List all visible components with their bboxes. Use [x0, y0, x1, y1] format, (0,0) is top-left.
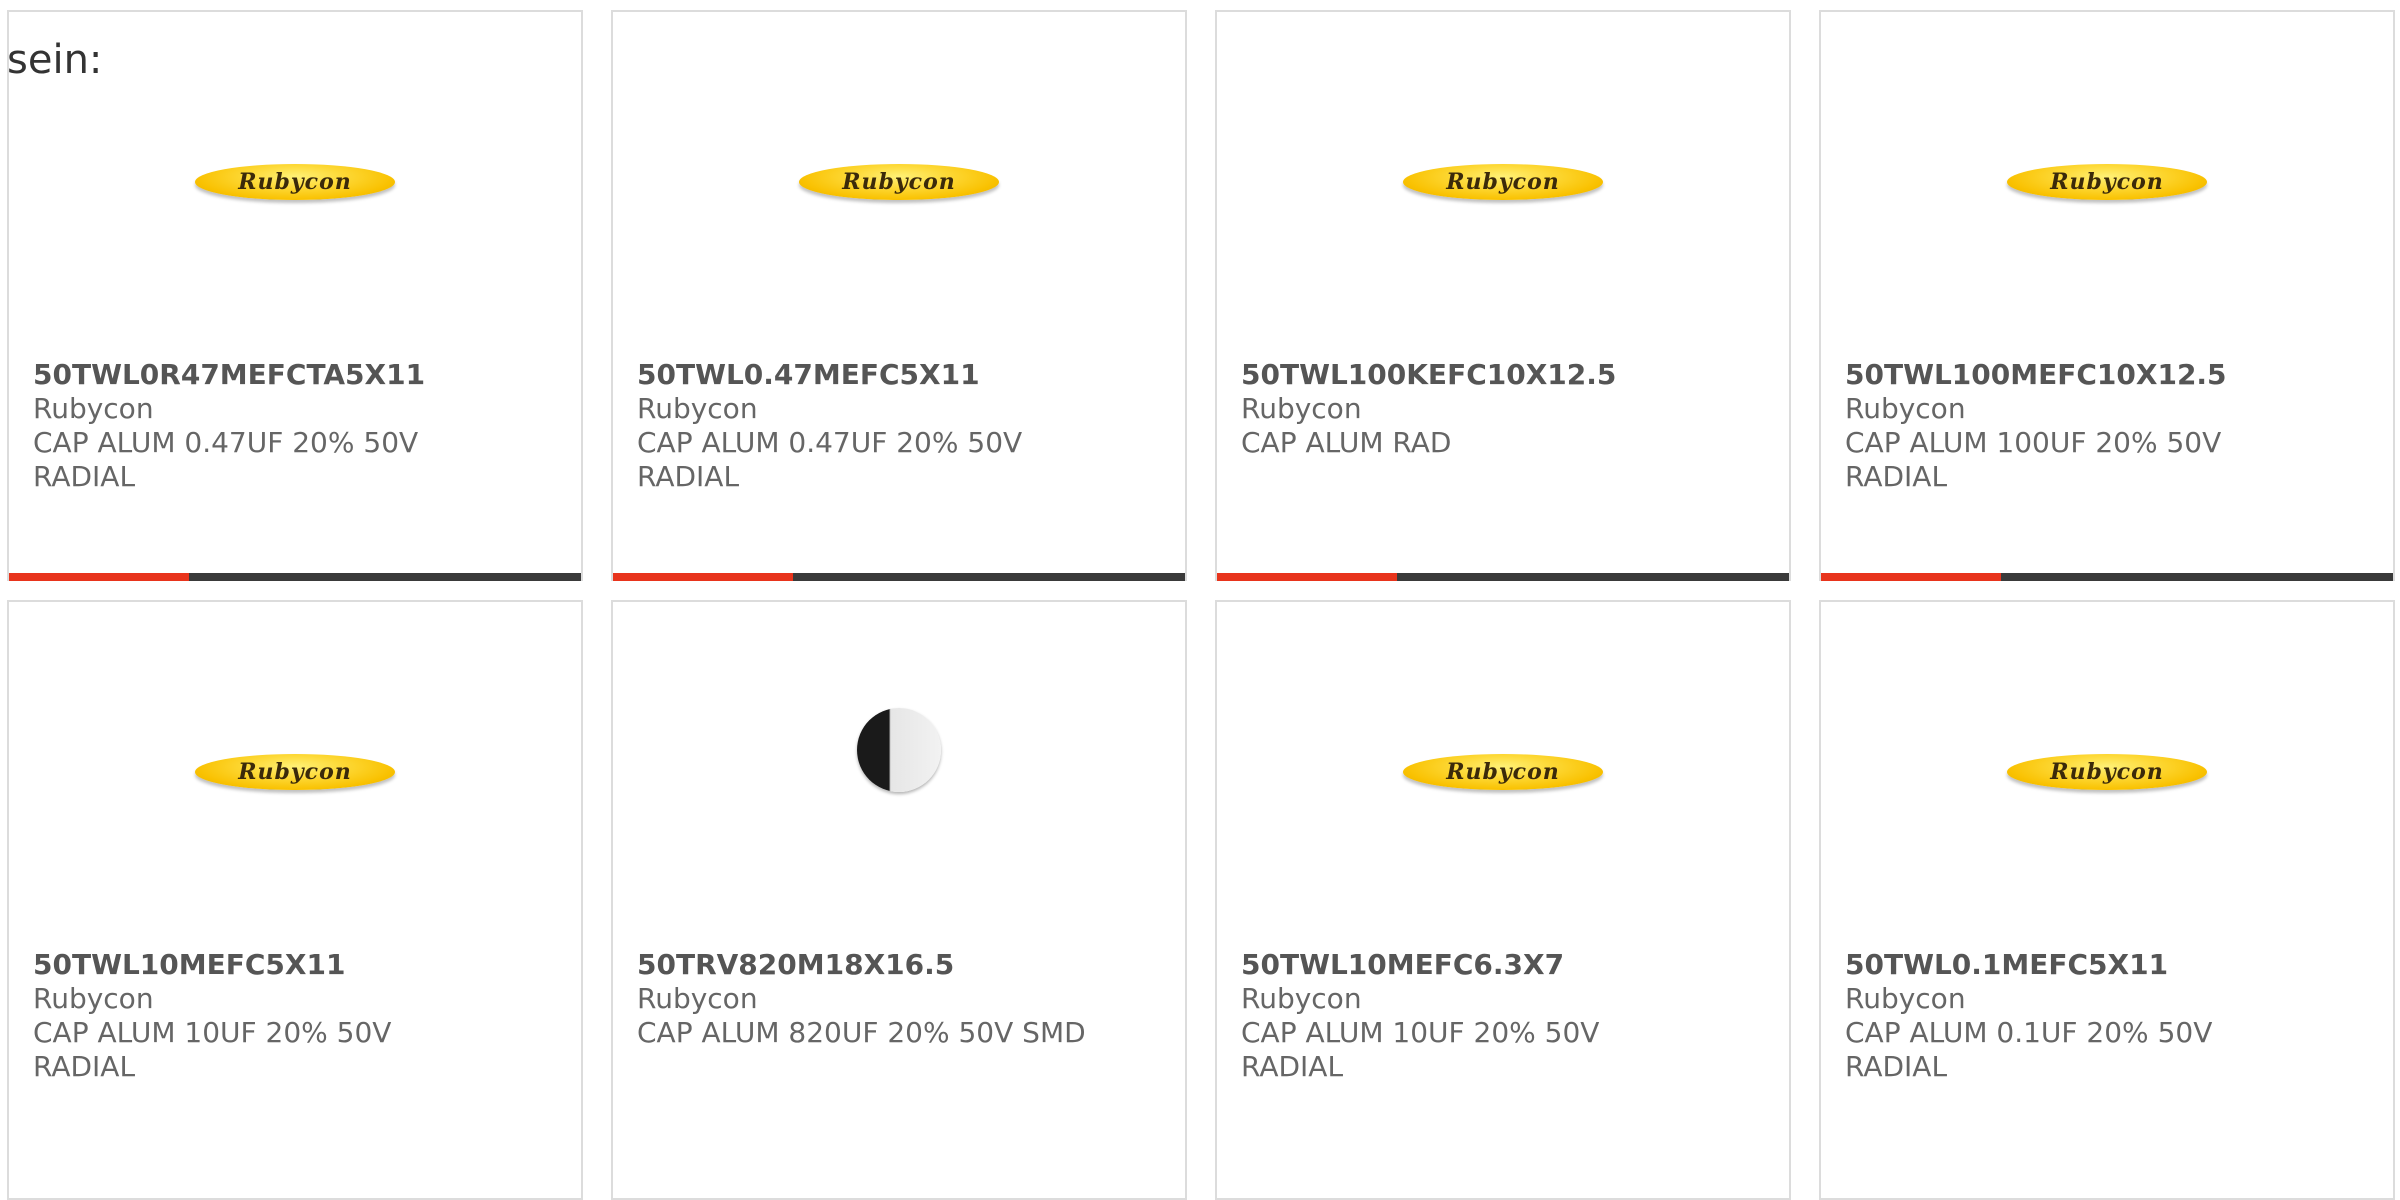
product-card[interactable]: 50TRV820M18X16.5 Rubycon CAP ALUM 820UF … — [611, 600, 1187, 1200]
rubycon-logo-icon: Rubycon — [1403, 754, 1603, 790]
rubycon-logo-icon: Rubycon — [799, 164, 999, 200]
rubycon-logo-icon: Rubycon — [195, 164, 395, 200]
product-description: CAP ALUM 0.47UF 20% 50V RADIAL — [33, 426, 419, 493]
product-manufacturer: Rubycon — [1845, 982, 1966, 1015]
card-accent-bar — [9, 573, 581, 581]
product-manufacturer: Rubycon — [33, 982, 154, 1015]
rubycon-logo-icon: Rubycon — [2007, 164, 2207, 200]
product-description: CAP ALUM 10UF 20% 50V RADIAL — [1241, 1016, 1600, 1083]
product-description: CAP ALUM 10UF 20% 50V RADIAL — [33, 1016, 392, 1083]
product-image[interactable]: Rubycon — [1217, 602, 1789, 942]
product-card[interactable]: Rubycon 50TWL0R47MEFCTA5X11 Rubycon CAP … — [7, 10, 583, 581]
product-image[interactable]: Rubycon — [1217, 12, 1789, 352]
product-manufacturer: Rubycon — [637, 392, 758, 425]
product-part-number[interactable]: 50TRV820M18X16.5 — [637, 948, 1137, 982]
product-card[interactable]: Rubycon 50TWL100KEFC10X12.5 Rubycon CAP … — [1215, 10, 1791, 581]
product-card[interactable]: Rubycon 50TWL10MEFC6.3X7 Rubycon CAP ALU… — [1215, 600, 1791, 1200]
product-manufacturer: Rubycon — [1241, 392, 1362, 425]
product-card[interactable]: Rubycon 50TWL10MEFC5X11 Rubycon CAP ALUM… — [7, 600, 583, 1200]
product-description: CAP ALUM 0.1UF 20% 50V RADIAL — [1845, 1016, 2213, 1083]
product-card[interactable]: Rubycon 50TWL100MEFC10X12.5 Rubycon CAP … — [1819, 10, 2395, 581]
product-part-number[interactable]: 50TWL0.1MEFC5X11 — [1845, 948, 2245, 982]
product-card[interactable]: Rubycon 50TWL0.1MEFC5X11 Rubycon CAP ALU… — [1819, 600, 2395, 1200]
product-manufacturer: Rubycon — [1241, 982, 1362, 1015]
card-accent-bar — [1821, 573, 2393, 581]
product-description: CAP ALUM 100UF 20% 50V RADIAL — [1845, 426, 2222, 493]
product-part-number[interactable]: 50TWL100KEFC10X12.5 — [1241, 358, 1641, 392]
rubycon-logo-icon: Rubycon — [195, 754, 395, 790]
product-image[interactable] — [613, 602, 1185, 942]
product-manufacturer: Rubycon — [637, 982, 758, 1015]
product-part-number[interactable]: 50TWL0.47MEFC5X11 — [637, 358, 1037, 392]
product-description: CAP ALUM RAD — [1241, 426, 1452, 459]
product-description: CAP ALUM 820UF 20% 50V SMD — [637, 1016, 1086, 1049]
rubycon-logo-icon: Rubycon — [1403, 164, 1603, 200]
product-manufacturer: Rubycon — [1845, 392, 1966, 425]
product-part-number[interactable]: 50TWL0R47MEFCTA5X11 — [33, 358, 433, 392]
intro-text: sein: — [7, 37, 103, 83]
product-part-number[interactable]: 50TWL10MEFC5X11 — [33, 948, 433, 982]
product-image[interactable]: Rubycon — [9, 602, 581, 942]
rubycon-logo-icon: Rubycon — [2007, 754, 2207, 790]
product-part-number[interactable]: 50TWL100MEFC10X12.5 — [1845, 358, 2245, 392]
product-manufacturer: Rubycon — [33, 392, 154, 425]
product-image[interactable]: Rubycon — [1821, 12, 2393, 352]
product-image[interactable]: Rubycon — [613, 12, 1185, 352]
card-accent-bar — [613, 573, 1185, 581]
product-image[interactable]: Rubycon — [1821, 602, 2393, 942]
card-accent-bar — [1217, 573, 1789, 581]
product-part-number[interactable]: 50TWL10MEFC6.3X7 — [1241, 948, 1641, 982]
product-card[interactable]: Rubycon 50TWL0.47MEFC5X11 Rubycon CAP AL… — [611, 10, 1187, 581]
capacitor-photo-icon — [851, 698, 947, 846]
product-description: CAP ALUM 0.47UF 20% 50V RADIAL — [637, 426, 1023, 493]
